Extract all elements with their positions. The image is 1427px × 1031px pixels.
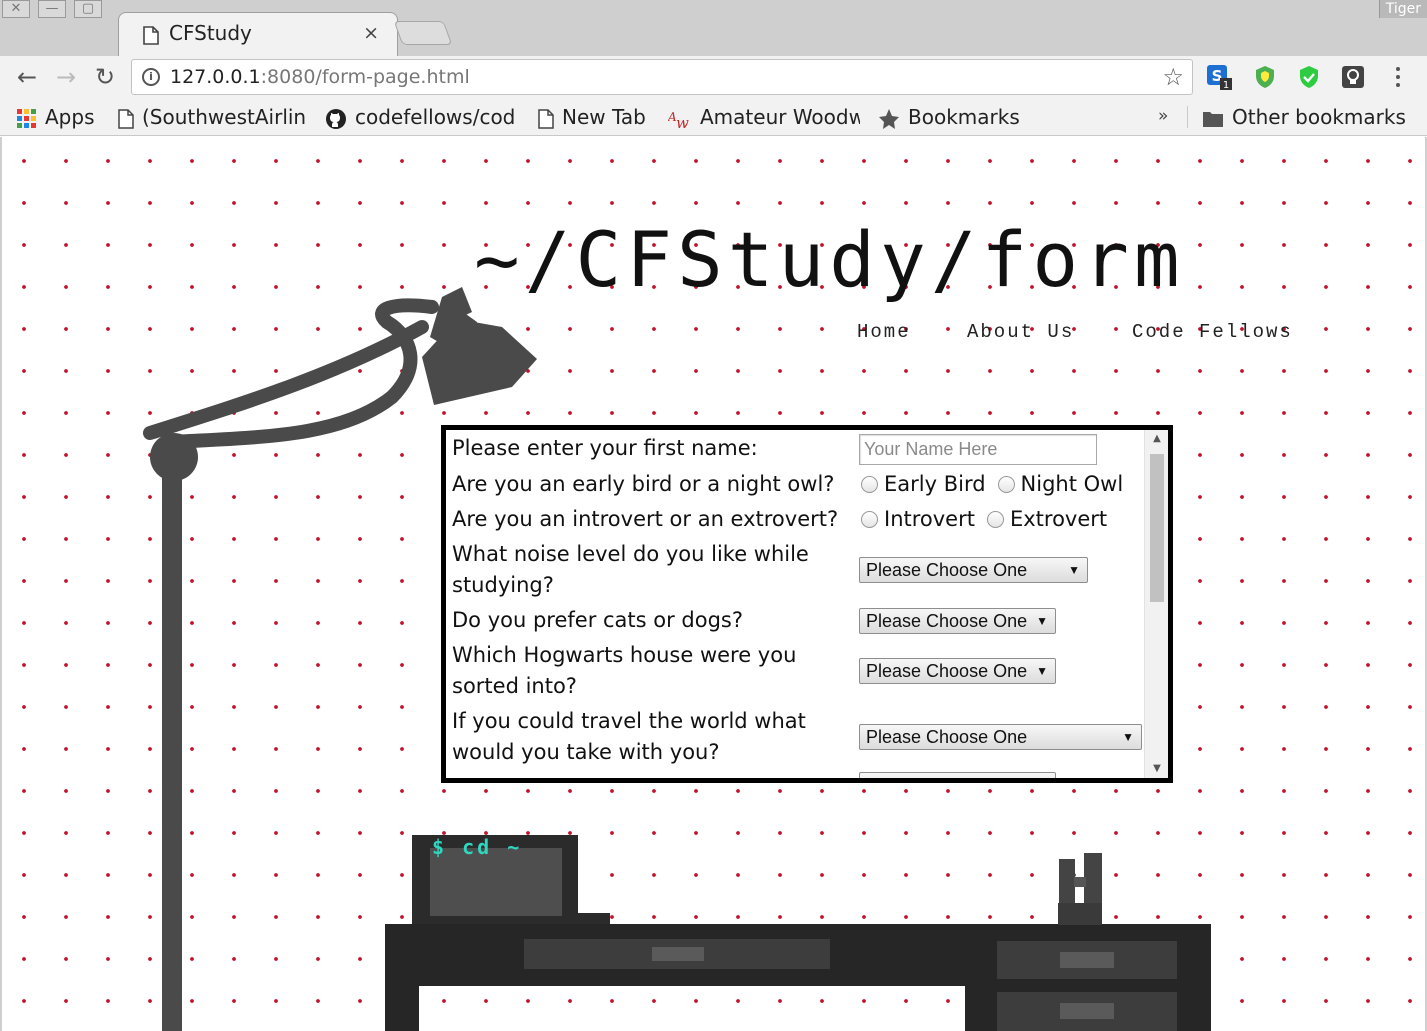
- night-owl-radio[interactable]: [997, 475, 1015, 493]
- back-arrow-icon[interactable]: ←: [12, 62, 42, 92]
- reload-icon[interactable]: ↻: [90, 62, 120, 92]
- document-icon: [118, 108, 134, 129]
- question-hogwarts-house: Which Hogwarts house were you sorted int…: [452, 643, 797, 698]
- hogwarts-house-select[interactable]: Please Choose One ▼: [859, 658, 1056, 684]
- form-scroll-area[interactable]: Please enter your first name: Your Name …: [446, 430, 1144, 778]
- bookmark-other-bookmarks[interactable]: Other bookmarks: [1202, 104, 1422, 130]
- new-tab-button[interactable]: [393, 21, 453, 45]
- introvert-label: Introvert: [884, 507, 975, 531]
- question-first-name: Please enter your first name:: [452, 436, 758, 460]
- form-scrollbar[interactable]: ▲ ▼: [1144, 430, 1168, 778]
- tab-title: CFStudy: [169, 21, 252, 45]
- extrovert-radio[interactable]: [986, 510, 1004, 528]
- shield-icon[interactable]: [1252, 64, 1278, 90]
- question-introvert: Are you an introvert or an extrovert?: [452, 507, 839, 531]
- tab-close-icon[interactable]: ×: [363, 22, 379, 44]
- dropdown-arrow-icon: ▼: [1036, 614, 1048, 628]
- window-minimize-icon[interactable]: —: [38, 0, 66, 18]
- question-early-bird: Are you an early bird or a night owl?: [452, 472, 835, 496]
- woodworker-logo-icon: A w: [668, 110, 689, 129]
- form-row-house: Which Hogwarts house were you sorted int…: [452, 640, 1142, 698]
- window-titlebar: ✕ — ▢ Tiger CFStudy ×: [0, 0, 1427, 56]
- bookmark-new-tab[interactable]: New Tab: [538, 104, 658, 130]
- question-cats-dogs: Do you prefer cats or dogs?: [452, 608, 744, 632]
- bookmark-amateur-woodworker[interactable]: A w Amateur Woodw: [668, 104, 860, 130]
- folder-icon: [1203, 111, 1223, 127]
- bookmark-southwest[interactable]: (SouthwestAirlin: [118, 104, 308, 130]
- lightbulb-icon[interactable]: [1340, 64, 1366, 90]
- dropdown-arrow-icon: ▼: [1068, 563, 1080, 577]
- vert-radio-group: Introvert Extrovert: [853, 507, 1107, 531]
- nav-link-about-us[interactable]: About Us: [967, 321, 1074, 343]
- early-bird-label: Early Bird: [884, 472, 986, 496]
- dropdown-arrow-icon: ▼: [1036, 664, 1048, 678]
- nav-link-home[interactable]: Home: [857, 321, 911, 343]
- form-row-pets: Do you prefer cats or dogs? Please Choos…: [452, 605, 1142, 634]
- profile-badge[interactable]: Tiger: [1378, 0, 1427, 18]
- bookmarks-bar: Apps (SouthwestAirlin codefellows/cod Ne…: [0, 98, 1427, 136]
- bird-radio-group: Early Bird Night Owl: [853, 472, 1123, 496]
- page-title: ~/CFStudy/form: [474, 215, 1185, 304]
- question-travel-item: If you could travel the world what would…: [452, 709, 806, 764]
- next-question-select[interactable]: [859, 772, 1056, 778]
- question-noise-level: What noise level do you like while study…: [452, 542, 809, 597]
- url-text[interactable]: 127.0.0.1:8080/form-page.html: [170, 66, 470, 88]
- github-icon: [326, 108, 346, 129]
- info-icon[interactable]: i: [142, 68, 160, 86]
- bookmark-bookmarks[interactable]: Bookmarks: [878, 104, 1038, 130]
- bookmark-apps[interactable]: Apps: [17, 104, 112, 130]
- address-bar[interactable]: i 127.0.0.1:8080/form-page.html ☆: [131, 59, 1193, 95]
- night-owl-label: Night Owl: [1020, 472, 1124, 496]
- forward-arrow-icon[interactable]: →: [51, 62, 81, 92]
- bookmark-codefellows[interactable]: codefellows/cod: [325, 104, 517, 130]
- svg-text:1: 1: [1223, 80, 1229, 90]
- introvert-radio[interactable]: [861, 510, 878, 528]
- form-row-next: [452, 772, 1142, 778]
- extension-s-icon[interactable]: S 1: [1206, 64, 1232, 90]
- scroll-up-arrow-icon[interactable]: ▲: [1145, 430, 1168, 448]
- early-bird-radio[interactable]: [861, 475, 878, 493]
- scroll-down-arrow-icon[interactable]: ▼: [1145, 760, 1168, 778]
- bookmark-star-icon[interactable]: ☆: [1162, 63, 1184, 91]
- noise-level-select[interactable]: Please Choose One ▼: [859, 557, 1088, 583]
- travel-item-select[interactable]: Please Choose One ▼: [859, 724, 1142, 750]
- first-name-input[interactable]: Your Name Here: [859, 434, 1097, 465]
- window-maximize-icon[interactable]: ▢: [74, 0, 102, 18]
- window-close-icon[interactable]: ✕: [2, 0, 30, 18]
- document-icon: [538, 108, 554, 129]
- page-viewport: $ cd ~ ~/CFStudy/form Home About Us Code…: [0, 137, 1427, 1031]
- star-icon: [879, 109, 899, 129]
- menu-kebab-icon[interactable]: [1390, 64, 1416, 90]
- nav-link-code-fellows[interactable]: Code Fellows: [1132, 321, 1293, 343]
- bookmarks-divider: [1187, 106, 1188, 128]
- dropdown-arrow-icon: ▼: [1122, 730, 1134, 744]
- apps-grid-icon: [17, 108, 36, 128]
- bookmarks-overflow-icon[interactable]: »: [1158, 106, 1168, 126]
- form-row-travel: If you could travel the world what would…: [452, 706, 1142, 764]
- svg-text:w: w: [676, 114, 689, 129]
- extrovert-label: Extrovert: [1009, 507, 1108, 531]
- document-icon: [143, 26, 159, 45]
- scrollbar-thumb[interactable]: [1150, 454, 1164, 602]
- shield-check-icon[interactable]: [1296, 64, 1322, 90]
- pets-select[interactable]: Please Choose One ▼: [859, 608, 1056, 634]
- tab-cfstudy[interactable]: CFStudy ×: [118, 12, 398, 56]
- browser-toolbar: ← → ↻ i 127.0.0.1:8080/form-page.html ☆ …: [0, 56, 1427, 98]
- study-form: Please enter your first name: Your Name …: [441, 425, 1173, 783]
- form-row-noise: What noise level do you like while study…: [452, 539, 1142, 597]
